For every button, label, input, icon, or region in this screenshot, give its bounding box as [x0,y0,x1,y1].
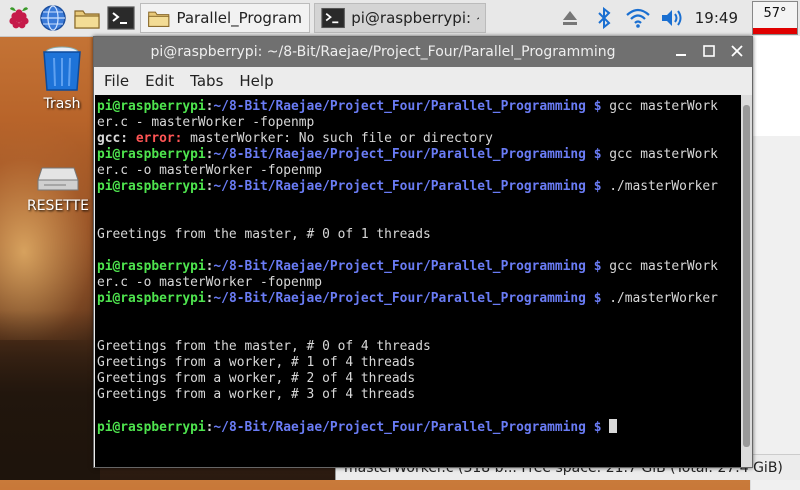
cpu-temperature-value: 57° [763,6,787,21]
output-line: Greetings from the master, # 0 of 1 thre… [97,227,431,242]
desktop-icon-label: RESETTE [26,198,89,214]
menu-edit[interactable]: Edit [137,72,182,90]
desktop-icon-drive[interactable]: RESETTE [18,164,98,214]
desktop-icon-trash[interactable]: Trash [30,44,94,112]
system-tray: 19:49 57° [551,0,800,36]
output-line: Greetings from a worker, # 3 of 4 thread… [97,387,416,402]
text-cursor [609,419,618,433]
prompt-line: pi@raspberrypi:~/8-Bit/Raejae/Project_Fo… [97,419,618,435]
terminal-scrollbar[interactable] [741,95,752,467]
maximize-icon[interactable] [700,41,718,61]
drive-icon [37,167,79,191]
prompt-line: pi@raspberrypi:~/8-Bit/Raejae/Project_Fo… [97,291,718,306]
task-terminal[interactable]: pi@raspberrypi: ~ [314,3,486,33]
output-line: Greetings from the master, # 0 of 4 thre… [97,339,431,354]
trash-icon [43,46,81,91]
prompt-line: pi@raspberrypi:~/8-Bit/Raejae/Project_Fo… [97,259,718,274]
taskbar: Parallel_Programm pi@raspberrypi: ~ 19:4… [0,0,800,37]
wallpaper-silhouette [0,310,100,480]
output-line: er.c - masterWorker -fopenmp [97,115,315,130]
file-manager-icon[interactable] [72,3,102,33]
menu-file[interactable]: File [94,72,137,90]
desktop-icon-label: Trash [43,96,81,112]
task-label: Parallel_Programm [176,9,303,27]
output-line: Greetings from a worker, # 1 of 4 thread… [97,355,416,370]
close-icon[interactable] [728,41,746,61]
wifi-icon[interactable] [623,3,653,33]
folder-icon [148,11,170,27]
task-label: pi@raspberrypi: ~ [351,9,479,27]
terminal-launcher-icon[interactable] [106,3,136,33]
raspberry-menu-icon[interactable] [4,3,34,33]
window-title: pi@raspberrypi: ~/8-Bit/Raejae/Project_F… [150,44,616,60]
web-browser-icon[interactable] [38,3,68,33]
output-line: Greetings from a worker, # 2 of 4 thread… [97,371,416,386]
error-line: gcc: error: masterWorker: No such file o… [97,131,493,146]
terminal-title-bar[interactable]: pi@raspberrypi: ~/8-Bit/Raejae/Project_F… [94,37,752,67]
output-line: er.c -o masterWorker -fopenmp [97,163,323,178]
bluetooth-icon[interactable] [589,3,619,33]
scrollbar-thumb[interactable] [743,105,750,447]
file-manager-scrollbar[interactable] [750,136,800,490]
output-line: er.c -o masterWorker -fopenmp [97,275,323,290]
terminal-window: pi@raspberrypi: ~/8-Bit/Raejae/Project_F… [93,36,753,468]
clock[interactable]: 19:49 [695,9,738,27]
terminal-icon [321,7,345,29]
task-file-manager[interactable]: Parallel_Programm [140,3,310,33]
eject-icon[interactable] [555,3,585,33]
volume-icon[interactable] [657,3,687,33]
cpu-temperature-bar [753,28,797,34]
menu-tabs[interactable]: Tabs [182,72,231,90]
prompt-line: pi@raspberrypi:~/8-Bit/Raejae/Project_Fo… [97,99,718,114]
prompt-line: pi@raspberrypi:~/8-Bit/Raejae/Project_Fo… [97,147,718,162]
minimize-icon[interactable] [672,41,690,61]
terminal-menubar: File Edit Tabs Help [94,67,752,95]
menu-help[interactable]: Help [231,72,281,90]
cpu-temperature-monitor[interactable]: 57° [752,1,798,35]
prompt-line: pi@raspberrypi:~/8-Bit/Raejae/Project_Fo… [97,179,718,194]
terminal-output[interactable]: pi@raspberrypi:~/8-Bit/Raejae/Project_Fo… [95,95,741,467]
